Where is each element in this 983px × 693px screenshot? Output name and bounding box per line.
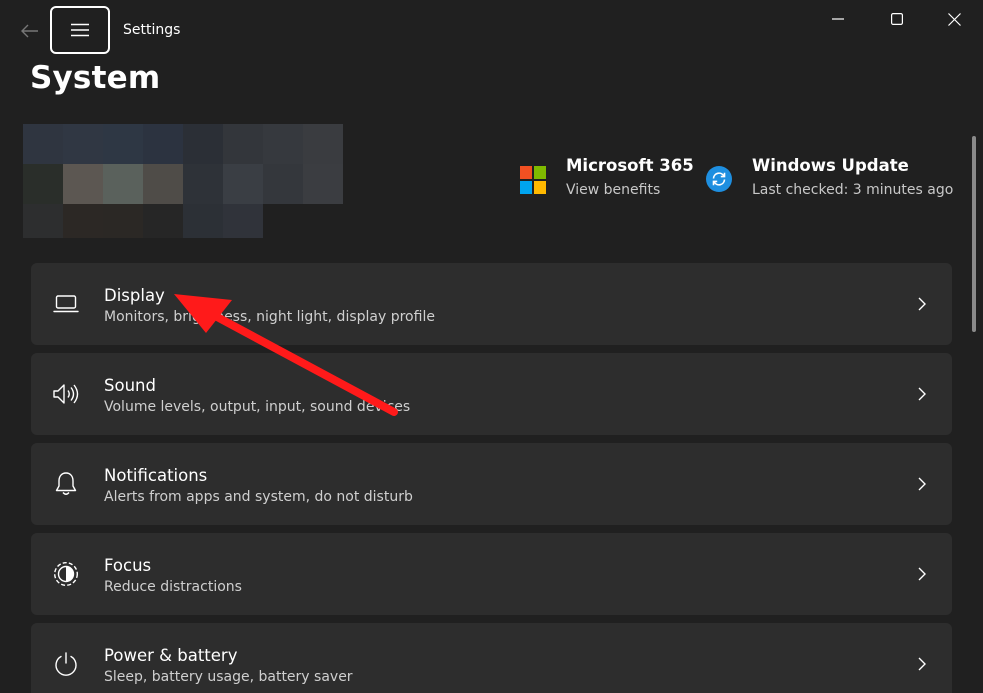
maximize-icon xyxy=(891,13,903,25)
settings-item-title: Power & battery xyxy=(104,646,238,665)
page-title: System xyxy=(30,60,161,96)
settings-item-subtitle: Sleep, battery usage, battery saver xyxy=(104,669,353,685)
settings-item-title: Notifications xyxy=(104,466,208,485)
device-preview-image xyxy=(23,124,343,238)
settings-item-title: Display xyxy=(104,286,165,305)
settings-item-display[interactable]: Display Monitors, brightness, night ligh… xyxy=(31,263,952,345)
windows-update-link[interactable]: Windows Update Last checked: 3 minutes a… xyxy=(706,154,953,202)
maximize-button[interactable] xyxy=(872,0,922,38)
chevron-right-icon xyxy=(918,477,926,491)
settings-item-sound[interactable]: Sound Volume levels, output, input, soun… xyxy=(31,353,952,435)
windows-update-icon xyxy=(706,166,732,192)
laptop-icon xyxy=(53,295,79,313)
promo-subtitle: View benefits xyxy=(566,182,661,198)
promo-subtitle: Last checked: 3 minutes ago xyxy=(752,182,954,198)
vertical-scrollbar[interactable] xyxy=(972,136,976,332)
chevron-right-icon xyxy=(918,387,926,401)
navigation-menu-button[interactable] xyxy=(50,6,110,54)
close-icon xyxy=(947,12,961,26)
settings-item-notifications[interactable]: Notifications Alerts from apps and syste… xyxy=(31,443,952,525)
settings-item-subtitle: Reduce distractions xyxy=(104,579,242,595)
microsoft-logo-icon xyxy=(520,166,548,194)
chevron-right-icon xyxy=(918,297,926,311)
bell-icon xyxy=(55,472,77,495)
app-title: Settings xyxy=(123,22,181,38)
settings-item-power-battery[interactable]: Power & battery Sleep, battery usage, ba… xyxy=(31,623,952,693)
settings-item-subtitle: Alerts from apps and system, do not dist… xyxy=(104,489,413,505)
speaker-icon xyxy=(53,384,79,404)
settings-item-title: Focus xyxy=(104,556,152,575)
settings-item-focus[interactable]: Focus Reduce distractions xyxy=(31,533,952,615)
chevron-right-icon xyxy=(918,567,926,581)
back-arrow-icon xyxy=(21,24,38,38)
settings-item-subtitle: Volume levels, output, input, sound devi… xyxy=(104,399,411,415)
microsoft-365-link[interactable]: Microsoft 365 View benefits xyxy=(520,154,694,202)
close-button[interactable] xyxy=(929,0,979,38)
promo-title: Windows Update xyxy=(752,156,909,175)
power-icon xyxy=(55,652,77,676)
promo-title: Microsoft 365 xyxy=(566,156,694,175)
focus-icon xyxy=(53,561,79,587)
settings-item-subtitle: Monitors, brightness, night light, displ… xyxy=(104,309,435,325)
settings-item-title: Sound xyxy=(104,376,156,395)
chevron-right-icon xyxy=(918,657,926,671)
minimize-button[interactable] xyxy=(813,0,863,38)
back-button[interactable] xyxy=(14,16,46,46)
title-bar: Settings xyxy=(0,0,983,60)
minimize-icon xyxy=(832,18,844,20)
hamburger-menu-icon xyxy=(71,23,89,37)
